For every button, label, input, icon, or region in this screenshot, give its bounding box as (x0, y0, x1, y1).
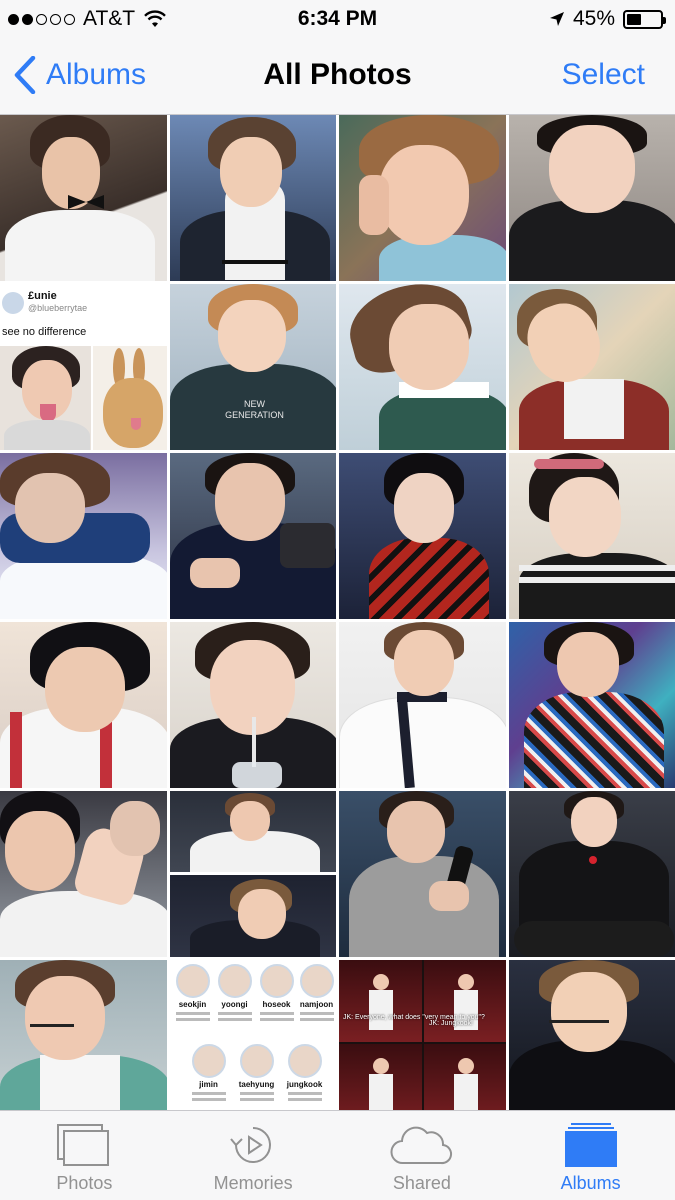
location-arrow-icon (549, 12, 564, 26)
member-note-line (287, 1092, 322, 1095)
member-name: yoongi (221, 1000, 248, 1009)
member-chart-entry: hoseok (258, 964, 296, 1021)
tab-bar: Photos Memories Shared Albums (0, 1110, 675, 1200)
photo-grid: £unie @blueberrytae see no difference NE… (0, 115, 675, 1126)
member-chart-entry: jungkook (286, 1044, 324, 1101)
tweet-image-rabbit (93, 346, 167, 450)
member-note-line (175, 1012, 210, 1015)
member-avatar (239, 1044, 274, 1078)
member-avatar (299, 964, 334, 998)
member-note-line (191, 1098, 226, 1101)
tab-photos-label: Photos (56, 1173, 113, 1193)
tab-shared-label: Shared (392, 1173, 451, 1193)
photo-thumbnail[interactable] (339, 115, 506, 281)
member-note-line (239, 1092, 274, 1095)
tab-photos[interactable]: Photos (0, 1111, 169, 1200)
member-note-line (217, 1012, 252, 1015)
photo-thumbnail[interactable] (0, 791, 167, 957)
photo-thumbnail[interactable] (169, 115, 336, 281)
photo-thumbnail-tweet[interactable]: £unie @blueberrytae see no difference (0, 284, 167, 450)
member-chart-entry: jimin (190, 1044, 228, 1101)
member-chart-entry: taehyung (238, 1044, 276, 1101)
photo-thumbnail[interactable] (339, 284, 506, 450)
member-chart-entry: yoongi (216, 964, 254, 1021)
select-button[interactable]: Select (562, 58, 645, 92)
photo-thumbnail[interactable] (169, 453, 336, 619)
status-bar: AT&T 6:34 PM 45% (0, 0, 675, 38)
cloud-icon (390, 1126, 452, 1165)
member-avatar (175, 964, 210, 998)
stage-caption-2: JK: Jungkook! (429, 1020, 473, 1027)
member-avatar (287, 1044, 322, 1078)
photo-thumbnail[interactable] (508, 791, 675, 957)
photo-thumbnail[interactable] (0, 453, 167, 619)
photo-thumbnail[interactable] (508, 115, 675, 281)
member-note-line (217, 1018, 252, 1021)
member-name: hoseok (262, 1000, 291, 1009)
photo-thumbnail[interactable] (0, 622, 167, 788)
member-avatar (191, 1044, 226, 1078)
albums-icon (564, 1123, 617, 1167)
photo-thumbnail[interactable] (0, 115, 167, 281)
member-name: jimin (199, 1080, 218, 1089)
photo-thumbnail[interactable] (508, 453, 675, 619)
tweet-text: see no difference (2, 326, 87, 338)
member-avatar (259, 964, 294, 998)
photo-thumbnail[interactable]: NEW GENERATION (169, 284, 336, 450)
member-note-line (239, 1098, 274, 1101)
member-note-line (259, 1018, 294, 1021)
tab-memories-label: Memories (213, 1173, 293, 1193)
member-name: seokjin (178, 1000, 207, 1009)
member-avatar (217, 964, 252, 998)
battery-icon (623, 9, 666, 29)
tab-albums[interactable]: Albums (506, 1111, 675, 1200)
tweet-image-person (0, 346, 91, 450)
member-note-line (191, 1092, 226, 1095)
photo-thumbnail-stage-collage[interactable]: JK: Everyone, what does "very mean to yo… (339, 960, 506, 1126)
photo-thumbnail-member-chart[interactable]: seokjin yoongi hoseok namjoon jimin taehyung j… (169, 960, 336, 1126)
photo-thumbnail[interactable] (339, 622, 506, 788)
photo-thumbnail[interactable] (508, 284, 675, 450)
photo-thumbnail[interactable] (339, 791, 506, 957)
navigation-bar: Albums All Photos Select (0, 38, 675, 115)
member-name: jungkook (286, 1080, 323, 1089)
battery-percent: 45% (572, 7, 615, 30)
tab-memories[interactable]: Memories (169, 1111, 338, 1200)
shirt-text: NEW (244, 399, 265, 409)
member-chart-entry: namjoon (298, 964, 336, 1021)
photo-thumbnail[interactable] (0, 960, 167, 1126)
member-note-line (299, 1012, 334, 1015)
tweet-handle: @blueberrytae (28, 303, 88, 313)
avatar (2, 292, 24, 314)
photo-thumbnail[interactable] (508, 622, 675, 788)
member-name: taehyung (238, 1080, 275, 1089)
photo-thumbnail[interactable] (508, 960, 675, 1126)
memories-icon (230, 1127, 272, 1163)
member-name: namjoon (299, 1000, 334, 1009)
member-note-line (299, 1018, 334, 1021)
tab-shared[interactable]: Shared (338, 1111, 507, 1200)
tweet-name: £unie (28, 290, 57, 302)
status-right: 45% (549, 7, 666, 31)
shirt-text: GENERATION (225, 410, 284, 420)
tab-albums-label: Albums (560, 1173, 621, 1193)
member-note-line (175, 1018, 210, 1021)
member-chart-entry: seokjin (174, 964, 212, 1021)
member-note-line (259, 1012, 294, 1015)
photos-icon (57, 1124, 110, 1166)
photo-thumbnail[interactable] (339, 453, 506, 619)
photo-thumbnail-collage[interactable] (169, 791, 336, 957)
photo-thumbnail[interactable] (169, 622, 336, 788)
member-note-line (287, 1098, 322, 1101)
